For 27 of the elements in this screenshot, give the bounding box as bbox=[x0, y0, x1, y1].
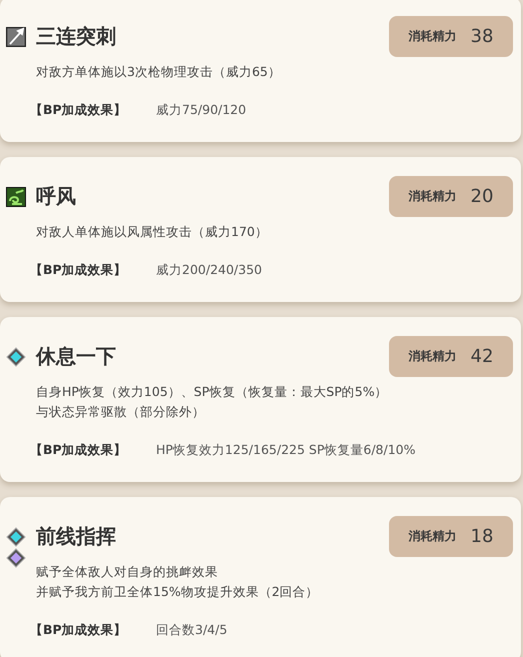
skill-name: 三连突刺 bbox=[36, 23, 116, 50]
cost-label: 消耗精力 bbox=[408, 28, 457, 45]
bp-label: 【BP加成效果】 bbox=[30, 441, 128, 459]
bp-value: 威力75/90/120 bbox=[156, 101, 246, 119]
cost-value: 18 bbox=[470, 526, 494, 547]
skill-description: 与状态异常驱散（部分除外） bbox=[36, 403, 206, 421]
cost-value: 20 bbox=[470, 186, 494, 207]
skill-description: 自身HP恢复（效力105）、SP恢复（恢复量：最大SP的5%） bbox=[36, 383, 389, 401]
bp-value: 回合数3/4/5 bbox=[156, 621, 228, 639]
cost-value: 38 bbox=[470, 26, 494, 47]
cost-value: 42 bbox=[470, 346, 494, 367]
skill-description: 赋予全体敌人对自身的挑衅效果 bbox=[36, 563, 219, 581]
bp-label: 【BP加成效果】 bbox=[30, 261, 128, 279]
bp-label: 【BP加成效果】 bbox=[30, 101, 128, 119]
skill-description: 并赋予我方前卫全体15%物攻提升效果（2回合） bbox=[36, 583, 320, 601]
bp-value: HP恢复效力125/165/225 SP恢复量6/8/10% bbox=[156, 441, 416, 459]
skill-name: 呼风 bbox=[36, 183, 76, 210]
skill-description: 对敌方单体施以3次枪物理攻击（威力65） bbox=[36, 63, 282, 81]
cost-label: 消耗精力 bbox=[408, 528, 457, 545]
wind-icon bbox=[6, 186, 26, 206]
bp-label: 【BP加成效果】 bbox=[30, 621, 128, 639]
skill-description: 对敌人单体施以风属性攻击（威力170） bbox=[36, 223, 269, 241]
bp-value: 威力200/240/350 bbox=[156, 261, 262, 279]
cost-label: 消耗精力 bbox=[408, 348, 457, 365]
skill-name: 休息一下 bbox=[36, 343, 116, 370]
skill-name: 前线指挥 bbox=[36, 523, 116, 550]
cost-label: 消耗精力 bbox=[408, 188, 457, 205]
